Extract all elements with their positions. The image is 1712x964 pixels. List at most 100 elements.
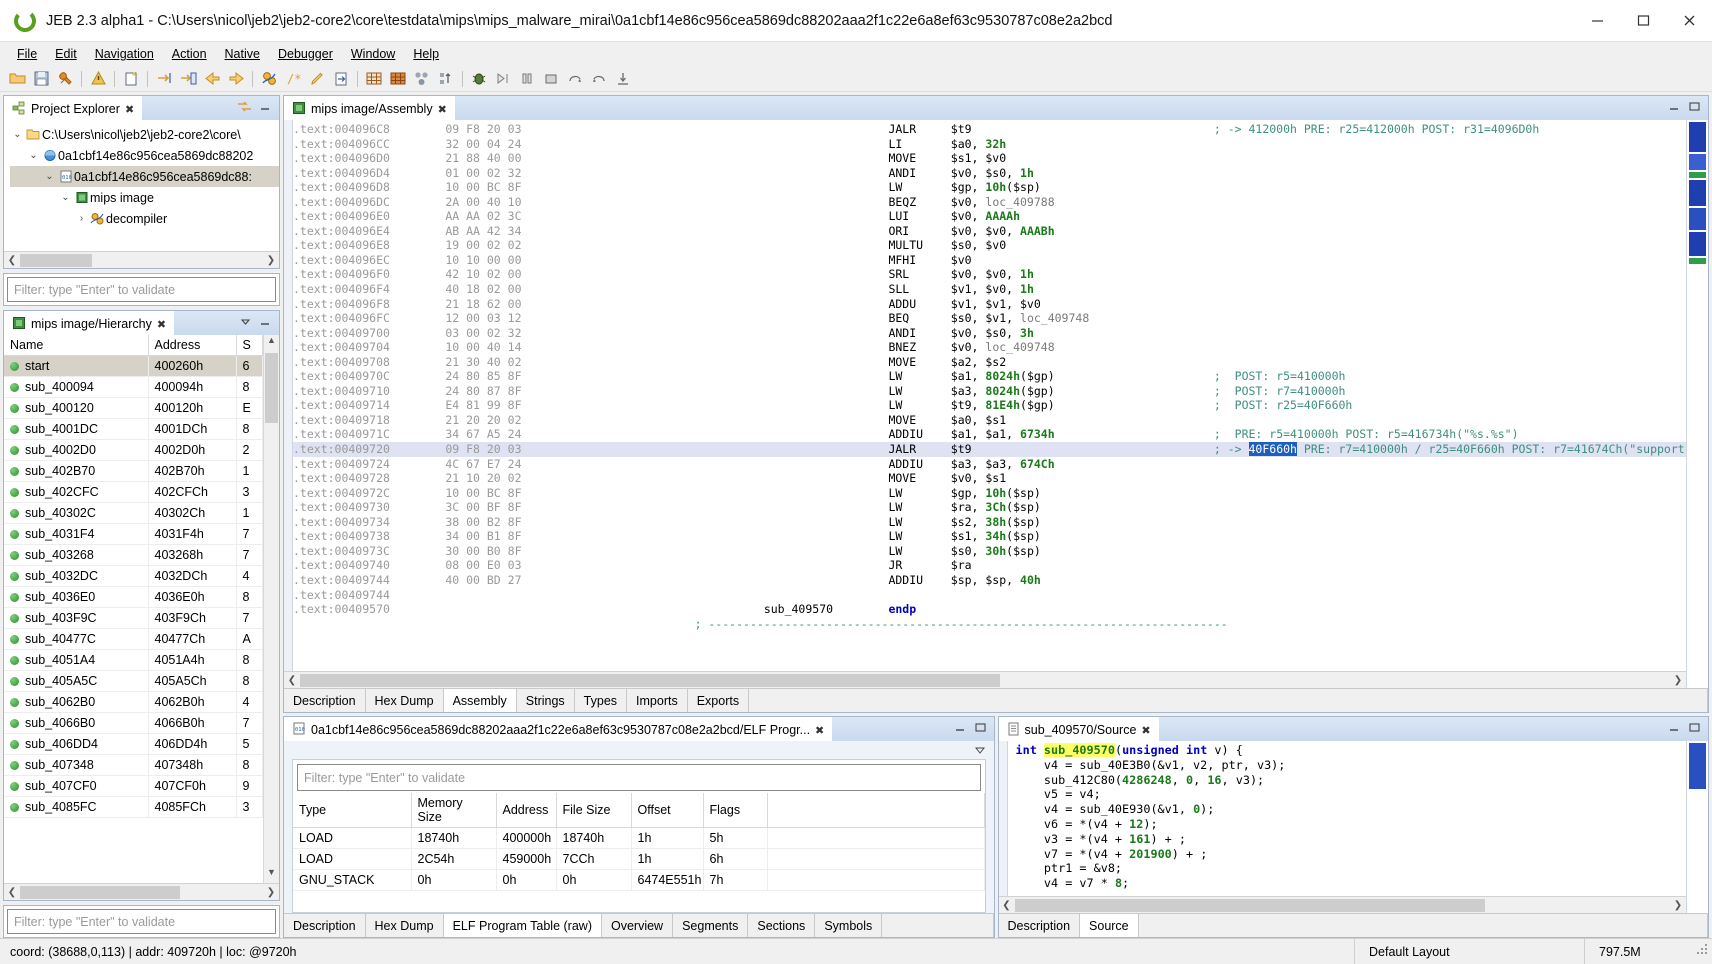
rename-all-icon[interactable] (176, 68, 200, 90)
project-filter-input[interactable]: Filter: type "Enter" to validate (7, 277, 276, 302)
source-line[interactable]: ptr1 = &v8; (1016, 861, 1687, 876)
menu-window[interactable]: Window (342, 45, 404, 63)
menu-edit[interactable]: Edit (46, 45, 86, 63)
table-row[interactable]: start 400260h 6 (4, 355, 263, 377)
assembly-line[interactable]: .text:00409734 38 00 B2 8F LW $s2, 38h($… (293, 515, 1686, 530)
assembly-line[interactable]: ; --------------------------------------… (293, 617, 1686, 632)
menu-debugger[interactable]: Debugger (269, 45, 342, 63)
tree-row-project[interactable]: ⌄ 0a1cbf14e86c956cea5869dc88202 (10, 145, 279, 166)
source-line[interactable]: int sub_409570(unsigned int v) { (1016, 743, 1687, 758)
hscroll-thumb[interactable] (1014, 898, 1485, 912)
table-row[interactable]: GNU_STACK 0h 0h 0h 6474E551h 7h (293, 869, 985, 891)
menu-navigation[interactable]: Navigation (86, 45, 163, 63)
column-header-type[interactable]: Type (293, 793, 412, 828)
minimize-icon[interactable] (259, 316, 272, 330)
close-icon[interactable]: ✖ (1141, 724, 1150, 737)
hscroll-thumb[interactable] (20, 253, 92, 267)
tab-exports[interactable]: Exports (687, 689, 750, 712)
menu-native[interactable]: Native (216, 45, 269, 63)
assembly-line[interactable]: .text:00409700 03 00 02 32 ANDI $v0, $s0… (293, 326, 1686, 341)
hscroll-thumb[interactable] (300, 673, 1000, 687)
source-listing[interactable]: int sub_409570(unsigned int v) { v4 = su… (1008, 741, 1687, 913)
assembly-line[interactable]: .text:004096E8 19 00 02 02 MULTU $s0, $v… (293, 238, 1686, 253)
assembly-line[interactable]: .text:0040973C 30 00 B0 8F LW $s0, 30h($… (293, 544, 1686, 559)
step-over-icon[interactable] (563, 68, 587, 90)
maximize-icon[interactable] (1688, 101, 1701, 115)
hscroll-track[interactable] (20, 885, 263, 899)
assembly-line[interactable]: .text:00409718 21 20 20 02 MOVE $a0, $s1 (293, 413, 1686, 428)
assembly-line[interactable]: .text:004096FC 12 00 03 12 BEQ $s0, $v1,… (293, 311, 1686, 326)
assembly-line[interactable]: .text:004096DC 2A 00 40 10 BEQZ $v0, loc… (293, 195, 1686, 210)
assembly-line[interactable]: .text:004096E0 AA AA 02 3C LUI $v0, AAAA… (293, 209, 1686, 224)
tab-hex-dump[interactable]: Hex Dump (365, 689, 444, 712)
vscroll-thumb[interactable] (265, 353, 278, 423)
source-line[interactable]: v4 = sub_40E3B0(&v1, v2, ptr, v3); (1016, 758, 1687, 773)
source-hscrollbar[interactable]: ❮ ❯ (998, 896, 1686, 913)
tab-types[interactable]: Types (574, 689, 628, 712)
status-memory[interactable]: 797.5M (1584, 939, 1694, 964)
minimize-icon[interactable] (954, 722, 967, 736)
assembly-minimap[interactable] (1686, 120, 1708, 688)
close-icon[interactable]: ✖ (438, 103, 447, 116)
table-row[interactable]: sub_4032DC 4032DCh 4 (4, 565, 263, 587)
tree-row-root[interactable]: ⌄ C:\Users\nicol\jeb2\jeb2-core2\core\ (10, 124, 279, 145)
close-icon[interactable]: ✖ (125, 103, 134, 116)
maximize-icon[interactable] (1688, 722, 1701, 736)
table-row[interactable]: sub_403268 403268h 7 (4, 544, 263, 566)
tab-source-bottom[interactable]: Source (1080, 914, 1139, 937)
tab-description[interactable]: Description (284, 914, 366, 937)
minimize-icon[interactable] (1668, 722, 1681, 736)
source-minimap[interactable] (1686, 741, 1708, 913)
assembly-line[interactable]: .text:00409730 3C 00 BF 8F LW $ra, 3Ch($… (293, 500, 1686, 515)
menu-help[interactable]: Help (404, 45, 448, 63)
table-row[interactable]: sub_405A5C 405A5Ch 8 (4, 670, 263, 692)
assembly-line[interactable]: .text:00409714 E4 81 99 8F LW $t9, 81E4h… (293, 398, 1686, 413)
assembly-line[interactable]: .text:004096E4 AB AA 42 34 ORI $v0, $v0,… (293, 224, 1686, 239)
close-button[interactable] (1666, 0, 1712, 42)
assembly-line[interactable]: .text:0040972C 10 00 BC 8F LW $gp, 10h($… (293, 486, 1686, 501)
source-line[interactable]: v4 = sub_40E930(&v1, 0); (1016, 802, 1687, 817)
tab-assembly-bottom[interactable]: Assembly (443, 689, 517, 712)
column-header-address[interactable]: Address (496, 793, 557, 828)
hscroll-track[interactable] (20, 253, 263, 267)
table-row[interactable]: sub_40477C 40477Ch A (4, 628, 263, 650)
source-line[interactable]: v5 = v4; (1016, 787, 1687, 802)
assembly-line[interactable]: .text:00409744 40 00 BD 27 ADDIU $sp, $s… (293, 573, 1686, 588)
status-layout[interactable]: Default Layout (1354, 939, 1584, 964)
edit-pencil-icon[interactable] (305, 68, 329, 90)
column-header-name[interactable]: Name (4, 335, 149, 356)
scroll-left-icon[interactable]: ❮ (4, 887, 20, 898)
assembly-line[interactable]: .text:0040970C 24 80 85 8F LW $a1, 8024h… (293, 369, 1686, 384)
table-row[interactable]: sub_402CFC 402CFCh 3 (4, 481, 263, 503)
tree-row-binary[interactable]: ⌄ 010 0a1cbf14e86c956cea5869dc88: (10, 166, 279, 187)
minimize-button[interactable] (1574, 0, 1620, 42)
graph-nodes-icon[interactable] (410, 68, 434, 90)
scroll-right-icon[interactable]: ❯ (263, 255, 279, 266)
hscroll-track[interactable] (300, 673, 1670, 687)
elf-filter-input[interactable]: Filter: type "Enter" to validate (297, 764, 981, 791)
source-line[interactable]: sub_412C80(4286248, 0, 16, v3); (1016, 773, 1687, 788)
assembly-line[interactable]: .text:004096EC 10 10 00 00 MFHI $v0 (293, 253, 1686, 268)
assembly-line[interactable]: .text:004096D0 21 88 40 00 MOVE $s1, $v0 (293, 151, 1686, 166)
assembly-line[interactable]: .text:00409728 21 10 20 02 MOVE $v0, $s1 (293, 471, 1686, 486)
assembly-line[interactable]: .text:00409570 sub_409570 endp (293, 602, 1686, 617)
column-header-flags[interactable]: Flags (703, 793, 768, 828)
project-tree-hscrollbar[interactable]: ❮ ❯ (4, 251, 279, 268)
twisty-icon[interactable]: ⌄ (58, 192, 73, 203)
decompile-icon[interactable] (257, 68, 281, 90)
table-row[interactable]: sub_4036E0 4036E0h 8 (4, 586, 263, 608)
table-row[interactable]: sub_402B70 402B70h 1 (4, 460, 263, 482)
source-line[interactable]: v7 = *(v4 + 201900) + ; (1016, 847, 1687, 862)
maximize-icon[interactable] (974, 722, 987, 736)
resize-grip-icon[interactable] (1694, 944, 1712, 959)
table-row[interactable]: LOAD 2C54h 459000h 7CCh 1h 6h (293, 848, 985, 870)
link-editor-icon[interactable] (237, 100, 252, 116)
column-header-size[interactable]: S (236, 335, 263, 356)
table-row[interactable]: LOAD 18740h 400000h 18740h 1h 5h (293, 827, 985, 849)
tab-project-explorer[interactable]: Project Explorer ✖ (4, 96, 143, 120)
new-document-icon[interactable] (119, 68, 143, 90)
table-row[interactable]: sub_4031F4 4031F4h 7 (4, 523, 263, 545)
wrench-icon[interactable] (53, 68, 77, 90)
maximize-button[interactable] (1620, 0, 1666, 42)
table-row[interactable]: sub_400094 400094h 8 (4, 376, 263, 398)
